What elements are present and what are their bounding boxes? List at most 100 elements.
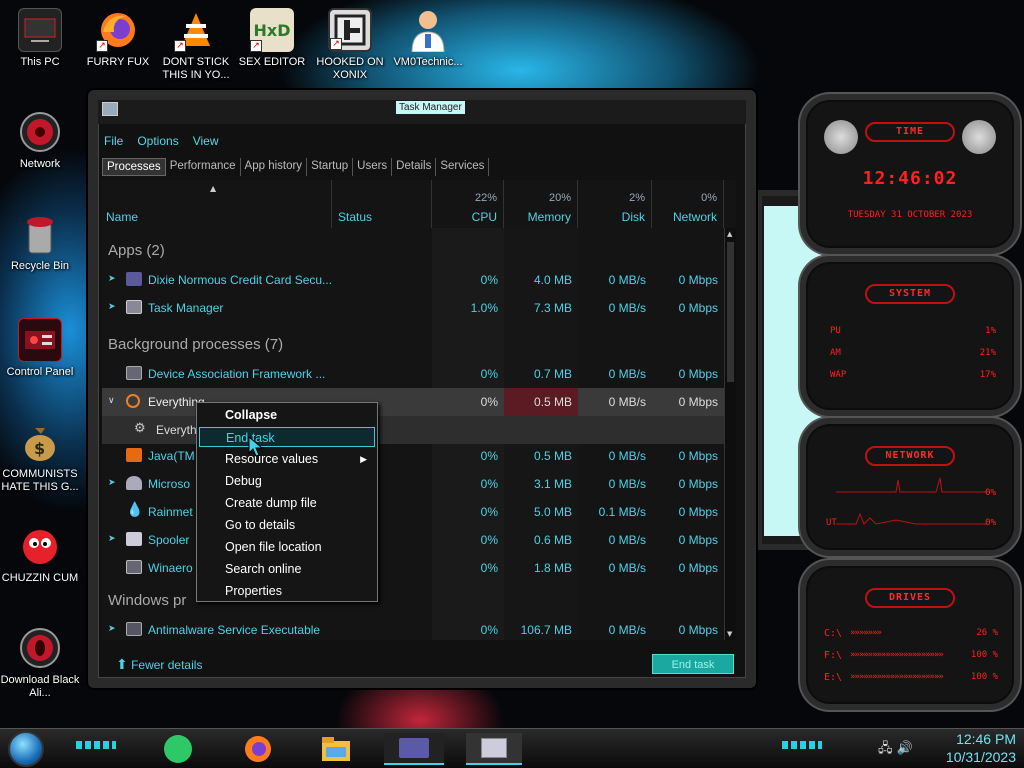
tab-bar: Processes Performance App history Startu… xyxy=(102,158,490,176)
tab-details[interactable]: Details xyxy=(392,158,437,176)
tab-startup[interactable]: Startup xyxy=(307,158,354,176)
scroll-down-icon[interactable]: ▼ xyxy=(727,630,732,638)
volume-icon[interactable]: 🔊 xyxy=(897,741,913,756)
menu-item-collapse[interactable]: Collapse xyxy=(199,405,375,425)
desktop-icon-hxd[interactable]: HxD ↗ SEX EDITOR xyxy=(232,8,312,69)
java-icon xyxy=(126,448,142,462)
menu-item-end-task[interactable]: End task xyxy=(199,427,375,447)
collapse-icon[interactable]: ∨ xyxy=(108,395,115,406)
expand-icon[interactable]: ➤ xyxy=(108,477,116,488)
column-header-status[interactable]: Status xyxy=(332,180,432,228)
folder-icon xyxy=(322,737,350,761)
process-name: Spooler xyxy=(148,533,190,547)
submenu-arrow-icon: ▶ xyxy=(360,454,367,464)
column-label: Memory xyxy=(527,210,571,224)
taskbar-firefox[interactable] xyxy=(238,733,278,765)
fewer-details-link[interactable]: ⬆ Fewer details xyxy=(116,656,202,673)
task-manager-window[interactable]: Task Manager File Options View Processes… xyxy=(88,90,756,688)
column-percent: 20% xyxy=(548,192,571,204)
drives-gadget[interactable]: DRIVES C:\ »»»»»»» 26 % F:\ »»»»»»»»»»»»… xyxy=(800,560,1020,710)
desktop-icon-recycle-bin[interactable]: Recycle Bin xyxy=(0,212,80,273)
scrollbar-thumb[interactable] xyxy=(727,242,734,382)
cpu-value: 0% xyxy=(480,477,498,491)
desktop-icon-control-panel[interactable]: Control Panel xyxy=(0,318,80,379)
network-gadget[interactable]: NETWORK 0% UT 0% xyxy=(800,418,1020,556)
table-row[interactable]: ➤ Dixie Normous Credit Card Secu... 0% 4… xyxy=(102,266,724,294)
column-header-memory[interactable]: 20% Memory xyxy=(504,180,578,228)
desktop-icon-vlc[interactable]: ↗ DONT STICK THIS IN YO... xyxy=(156,8,236,82)
menu-options[interactable]: Options xyxy=(137,134,178,148)
gadget-date: TUESDAY 31 OCTOBER 2023 xyxy=(847,210,973,220)
expand-icon[interactable]: ➤ xyxy=(108,273,116,284)
drive-bar: »»»»»»»»»»»»»»»»»»»»» xyxy=(850,672,944,682)
menu-item-go-to-details[interactable]: Go to details xyxy=(199,515,375,535)
table-row[interactable]: ➤ Task Manager 1.0% 7.3 MB 0 MB/s 0 Mbps xyxy=(102,294,724,322)
tab-services[interactable]: Services xyxy=(436,158,490,176)
menu-item-search-online[interactable]: Search online xyxy=(199,559,375,579)
desktop-icon-alienware[interactable]: Download Black Ali... xyxy=(0,626,80,700)
desktop-icon-money[interactable]: $ COMMUNISTS HATE THIS G... xyxy=(0,420,80,494)
menu-item-properties[interactable]: Properties xyxy=(199,581,375,601)
column-header-disk[interactable]: 2% Disk xyxy=(578,180,652,228)
end-task-button[interactable]: End task xyxy=(652,654,734,674)
memory-value: 4.0 MB xyxy=(533,273,572,287)
column-header-cpu[interactable]: 22% CPU xyxy=(432,180,504,228)
recycle-bin-icon xyxy=(18,212,62,256)
column-header-name[interactable]: ▲ Name xyxy=(102,180,332,228)
control-panel-icon xyxy=(18,318,62,362)
group-header-apps: Apps (2) xyxy=(108,242,165,259)
menu-view[interactable]: View xyxy=(193,134,219,148)
table-row[interactable]: ➤ Antimalware Service Executable 0% 106.… xyxy=(102,616,724,644)
column-header-network[interactable]: 0% Network xyxy=(652,180,724,228)
service-icon xyxy=(126,366,142,380)
desktop-icon-furry-fux[interactable]: ↗ FURRY FUX xyxy=(78,8,158,69)
tab-performance[interactable]: Performance xyxy=(166,158,241,176)
menu-item-create-dump-file[interactable]: Create dump file xyxy=(199,493,375,513)
clock[interactable]: 12:46 PM 10/31/2023 xyxy=(946,730,1016,766)
menu-item-resource-values[interactable]: Resource values ▶ xyxy=(199,449,375,469)
disk-value: 0.1 MB/s xyxy=(598,505,646,519)
svg-text:$: $ xyxy=(34,439,45,458)
icon-label: Network xyxy=(19,158,61,170)
gadget-value: 21% xyxy=(979,348,996,358)
desktop-icon-chuzzle[interactable]: CHUZZIN CUM xyxy=(0,524,80,585)
cpu-value: 0% xyxy=(480,367,498,381)
network-value: 0 Mbps xyxy=(678,367,718,381)
desktop-icon-vm0technic[interactable]: VM0Technic... xyxy=(388,8,468,69)
vlc-icon: ↗ xyxy=(174,8,218,52)
memory-value: 0.7 MB xyxy=(533,367,572,381)
title-bar[interactable]: Task Manager xyxy=(98,100,746,124)
time-gadget[interactable]: TIME 12:46:02 TUESDAY 31 OCTOBER 2023 xyxy=(800,94,1020,254)
vertical-scrollbar[interactable]: ▲ ▼ xyxy=(724,228,736,640)
desktop-icon-this-pc[interactable]: This PC xyxy=(0,8,80,69)
tab-app-history[interactable]: App history xyxy=(241,158,308,176)
system-gadget[interactable]: SYSTEM PU 1% AM 21% WAP 17% xyxy=(800,256,1020,416)
memory-value: 0.6 MB xyxy=(533,533,572,547)
desktop-icon-network[interactable]: Network xyxy=(0,110,80,171)
expand-icon[interactable]: ➤ xyxy=(108,623,116,634)
group-header-background: Background processes (7) xyxy=(108,336,284,353)
desktop-icon-xonix[interactable]: ↗ HOOKED ON XONIX xyxy=(310,8,390,82)
taskbar-file-explorer[interactable] xyxy=(316,733,356,765)
money-bag-icon: $ xyxy=(18,420,62,464)
scroll-up-icon[interactable]: ▲ xyxy=(727,230,732,238)
doctor-icon xyxy=(406,8,450,52)
disk-value: 0 MB/s xyxy=(608,273,646,287)
network-value: 0 Mbps xyxy=(678,477,718,491)
expand-icon[interactable]: ➤ xyxy=(108,533,116,544)
tab-users[interactable]: Users xyxy=(353,158,393,176)
menu-item-debug[interactable]: Debug xyxy=(199,471,375,491)
taskbar-task-manager[interactable] xyxy=(466,733,522,765)
start-button[interactable] xyxy=(8,731,44,767)
disk-value: 0 MB/s xyxy=(608,395,646,409)
expand-icon[interactable]: ➤ xyxy=(108,301,116,312)
tab-processes[interactable]: Processes xyxy=(102,158,166,176)
menu-item-open-file-location[interactable]: Open file location xyxy=(199,537,375,557)
menu-file[interactable]: File xyxy=(104,134,123,148)
firefox-icon: ↗ xyxy=(96,8,140,52)
taskbar-notes-app[interactable] xyxy=(158,733,198,765)
disk-value: 0 MB/s xyxy=(608,449,646,463)
network-tray-icon[interactable]: 🖧 xyxy=(878,741,893,756)
table-row[interactable]: Device Association Framework ... 0% 0.7 … xyxy=(102,360,724,388)
taskbar-credit-card-app[interactable] xyxy=(384,733,444,765)
